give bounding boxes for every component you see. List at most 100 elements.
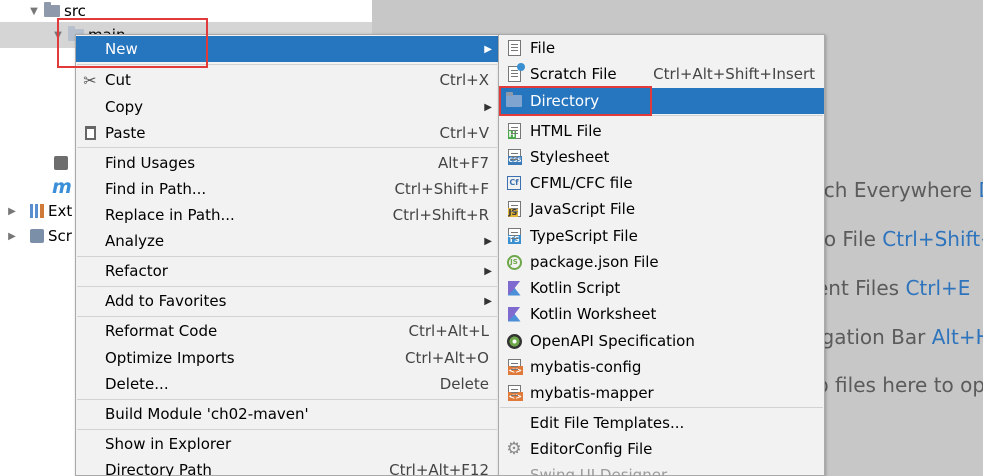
clipboard-icon bbox=[81, 124, 99, 142]
menu-separator bbox=[500, 407, 823, 408]
menu-item-kotlin-script[interactable]: Kotlin Script bbox=[499, 275, 824, 301]
hint-text: to File bbox=[816, 227, 883, 251]
hint-goto-file: to File Ctrl+Shift+ bbox=[816, 227, 983, 251]
menu-item-label: Find Usages bbox=[105, 154, 196, 172]
css-file-icon: CSS bbox=[505, 148, 523, 166]
hint-recent-files: ent Files Ctrl+E bbox=[816, 276, 970, 300]
menu-item-label: Optimize Imports bbox=[105, 349, 235, 367]
expand-arrow-icon[interactable]: ▼ bbox=[28, 6, 40, 17]
menu-item-label: Find in Path... bbox=[105, 180, 207, 198]
menu-separator bbox=[500, 115, 823, 116]
menu-item-openapi-specification[interactable]: OpenAPI Specification bbox=[499, 328, 824, 354]
menu-item-html-file[interactable]: H HTML File bbox=[499, 118, 824, 144]
menu-item-find-usages[interactable]: Find Usages Alt+F7 bbox=[76, 150, 498, 176]
file-icon bbox=[505, 39, 523, 57]
menu-item-label: Kotlin Worksheet bbox=[530, 305, 657, 323]
menu-separator bbox=[77, 64, 497, 65]
tree-item-label: Scr bbox=[48, 227, 72, 245]
menu-item-mybatis-config[interactable]: <> mybatis-config bbox=[499, 354, 824, 380]
menu-item-typescript-file[interactable]: TS TypeScript File bbox=[499, 223, 824, 249]
menu-item-label: HTML File bbox=[530, 122, 602, 140]
menu-item-label: Kotlin Script bbox=[530, 279, 621, 297]
menu-item-mybatis-mapper[interactable]: <> mybatis-mapper bbox=[499, 380, 824, 406]
menu-item-find-in-path[interactable]: Find in Path... Ctrl+Shift+F bbox=[76, 176, 498, 202]
menu-item-show-in-explorer[interactable]: Show in Explorer bbox=[76, 431, 498, 457]
scissors-icon: ✂ bbox=[83, 70, 97, 90]
menu-item-new[interactable]: New ▶ bbox=[76, 36, 498, 62]
new-submenu: File Scratch File Ctrl+Alt+Shift+Insert … bbox=[498, 34, 825, 476]
menu-item-label: Replace in Path... bbox=[105, 206, 235, 224]
expand-arrow-icon[interactable]: ▶ bbox=[6, 231, 18, 242]
menu-item-editorconfig-file[interactable]: ⚙ EditorConfig File bbox=[499, 436, 824, 462]
menu-item-label: Reformat Code bbox=[105, 322, 218, 340]
menu-item-label: Delete... bbox=[105, 375, 169, 393]
menu-item-directory-path[interactable]: Directory Path Ctrl+Alt+F12 bbox=[76, 457, 498, 476]
menu-item-label: Stylesheet bbox=[530, 148, 610, 166]
typescript-file-icon: TS bbox=[505, 227, 523, 245]
menu-item-shortcut: Ctrl+Alt+F12 bbox=[389, 461, 489, 476]
menu-item-replace-in-path[interactable]: Replace in Path... Ctrl+Shift+R bbox=[76, 202, 498, 228]
menu-item-label: package.json File bbox=[530, 253, 659, 271]
openapi-icon bbox=[505, 332, 523, 350]
hint-text: ent Files bbox=[816, 276, 906, 300]
submenu-arrow-icon: ▶ bbox=[484, 101, 492, 113]
expand-arrow-icon[interactable]: ▶ bbox=[6, 206, 18, 217]
menu-item-javascript-file[interactable]: JS JavaScript File bbox=[499, 196, 824, 222]
menu-item-label: Edit File Templates... bbox=[530, 414, 685, 432]
menu-item-optimize-imports[interactable]: Optimize Imports Ctrl+Alt+O bbox=[76, 345, 498, 371]
menu-item-label: mybatis-mapper bbox=[530, 384, 654, 402]
menu-item-copy[interactable]: Copy ▶ bbox=[76, 94, 498, 120]
tree-item-label: Ext bbox=[48, 202, 73, 220]
tree-item-external-libraries[interactable]: ▶ Ext bbox=[6, 198, 72, 224]
menu-separator bbox=[77, 256, 497, 257]
menu-item-shortcut: Ctrl+Alt+L bbox=[408, 322, 490, 340]
menu-item-reformat-code[interactable]: Reformat Code Ctrl+Alt+L bbox=[76, 318, 498, 344]
menu-item-label: Directory bbox=[530, 92, 600, 110]
hint-shortcut: D bbox=[978, 178, 983, 202]
menu-item-edit-file-templates[interactable]: Edit File Templates... bbox=[499, 410, 824, 436]
tree-item-src[interactable]: ▼ src bbox=[28, 0, 86, 24]
hint-shortcut: Ctrl+Shift+ bbox=[882, 227, 983, 251]
folder-icon bbox=[505, 92, 523, 110]
menu-item-package-json[interactable]: JS package.json File bbox=[499, 249, 824, 275]
tree-item-m[interactable]: m bbox=[52, 174, 72, 200]
menu-item-swing-ui-designer[interactable]: Swing UI Designer bbox=[499, 462, 824, 476]
menu-item-directory[interactable]: Directory bbox=[499, 88, 824, 114]
menu-item-delete[interactable]: Delete... Delete bbox=[76, 371, 498, 397]
javascript-file-icon: JS bbox=[505, 200, 523, 218]
menu-item-shortcut: Delete bbox=[439, 375, 489, 393]
submenu-arrow-icon: ▶ bbox=[484, 265, 492, 277]
menu-item-cfml-file[interactable]: Cf CFML/CFC file bbox=[499, 170, 824, 196]
menu-item-label: EditorConfig File bbox=[530, 440, 653, 458]
menu-item-cut[interactable]: ✂ Cut Ctrl+X bbox=[76, 67, 498, 93]
scratches-icon bbox=[30, 229, 44, 243]
hint-search-everywhere: rch Everywhere D bbox=[816, 178, 983, 202]
menu-item-stylesheet[interactable]: CSS Stylesheet bbox=[499, 144, 824, 170]
menu-item-add-to-favorites[interactable]: Add to Favorites ▶ bbox=[76, 288, 498, 314]
menu-item-refactor[interactable]: Refactor ▶ bbox=[76, 258, 498, 284]
folder-icon bbox=[44, 2, 60, 17]
menu-item-label: Directory Path bbox=[105, 461, 212, 476]
menu-item-file[interactable]: File bbox=[499, 35, 824, 61]
menu-item-paste[interactable]: Paste Ctrl+V bbox=[76, 120, 498, 146]
menu-item-shortcut: Ctrl+Alt+Shift+Insert bbox=[653, 65, 815, 83]
menu-item-label: Show in Explorer bbox=[105, 435, 232, 453]
tree-item-scratches[interactable]: ▶ Scr bbox=[6, 223, 72, 249]
scratch-file-icon bbox=[505, 63, 525, 83]
kotlin-icon bbox=[505, 305, 523, 323]
menu-item-kotlin-worksheet[interactable]: Kotlin Worksheet bbox=[499, 301, 824, 327]
menu-item-shortcut: Ctrl+Shift+F bbox=[394, 180, 489, 198]
menu-item-label: Scratch File bbox=[530, 65, 617, 83]
menu-item-shortcut: Ctrl+Alt+O bbox=[405, 349, 489, 367]
submenu-arrow-icon: ▶ bbox=[484, 43, 492, 55]
menu-item-build-module[interactable]: Build Module 'ch02-maven' bbox=[76, 401, 498, 427]
menu-item-label: Swing UI Designer bbox=[530, 466, 668, 476]
tree-item-file[interactable] bbox=[54, 150, 72, 176]
cfml-file-icon: Cf bbox=[505, 174, 523, 192]
menu-item-analyze[interactable]: Analyze ▶ bbox=[76, 228, 498, 254]
menu-item-scratch-file[interactable]: Scratch File Ctrl+Alt+Shift+Insert bbox=[499, 61, 824, 87]
tree-item-label: src bbox=[64, 2, 86, 20]
menu-item-label: Build Module 'ch02-maven' bbox=[105, 405, 309, 423]
menu-item-label: mybatis-config bbox=[530, 358, 642, 376]
expand-arrow-icon[interactable]: ▼ bbox=[52, 30, 64, 41]
